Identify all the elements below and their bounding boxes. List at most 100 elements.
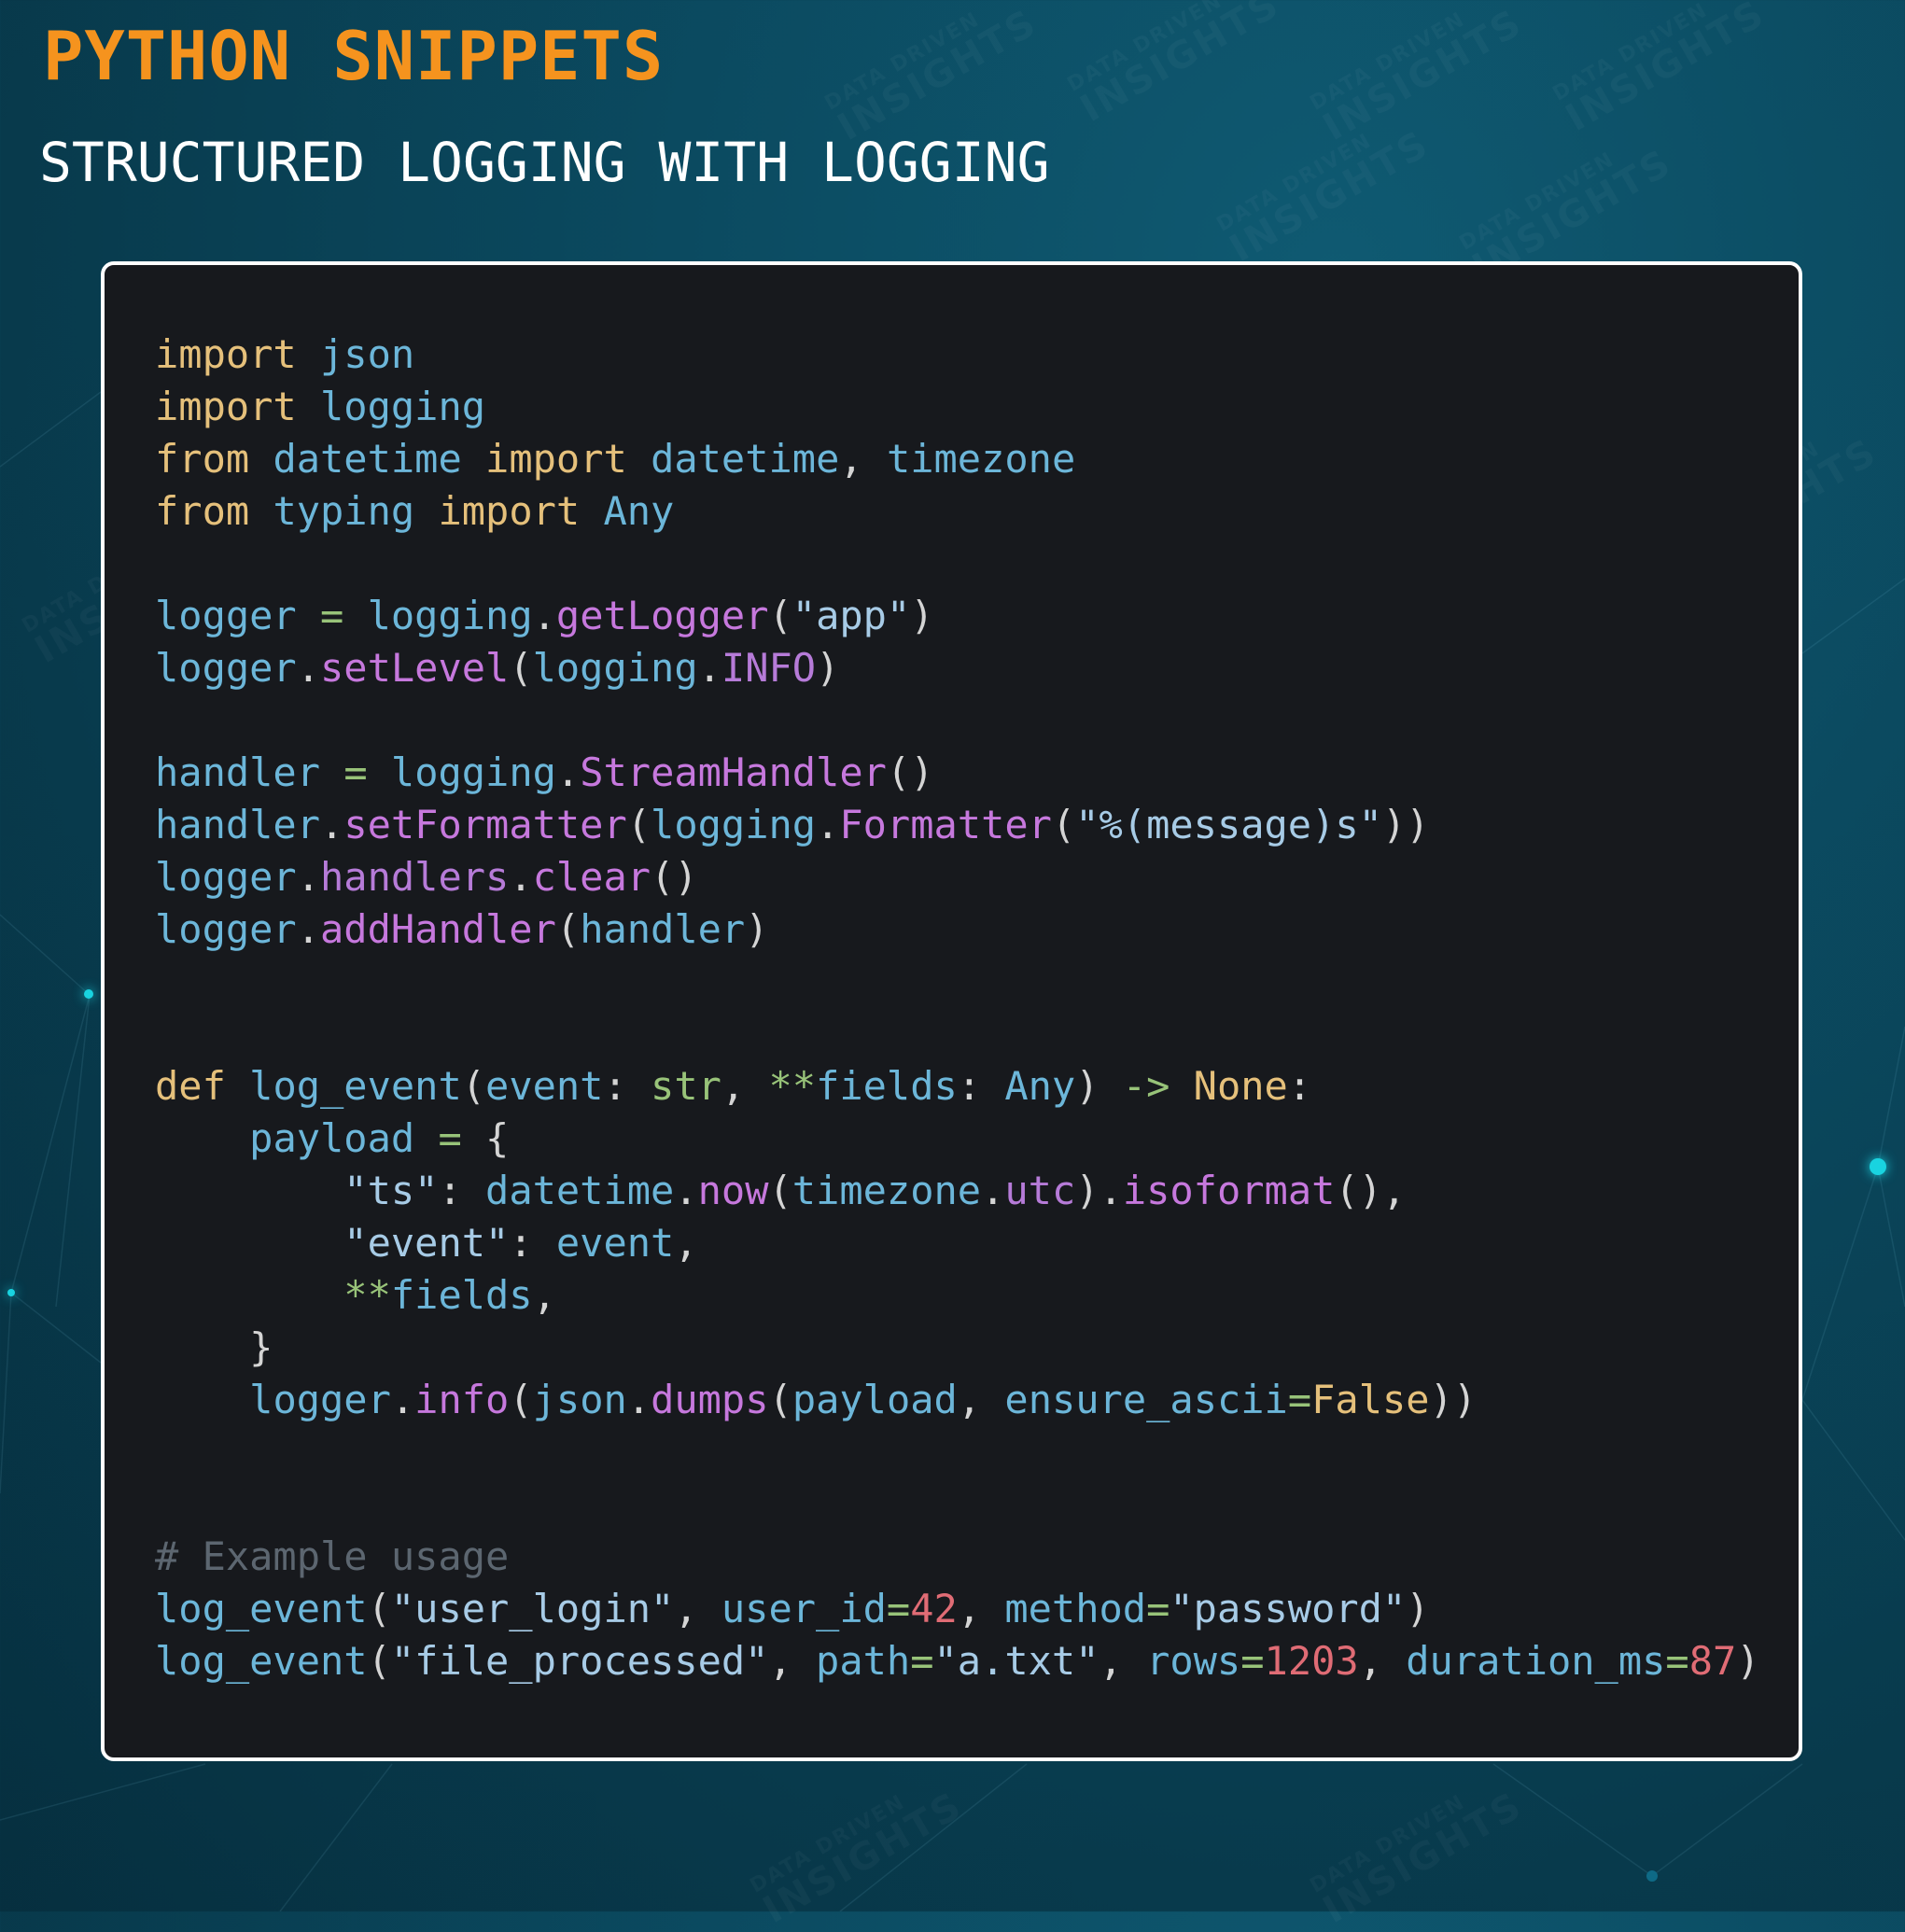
code-token: , bbox=[1358, 1638, 1407, 1684]
code-token: import bbox=[485, 436, 627, 482]
code-token: ( bbox=[768, 1168, 792, 1213]
code-token: fields bbox=[390, 1272, 533, 1318]
code-token: (), bbox=[1335, 1168, 1407, 1213]
code-token: log_event bbox=[155, 1586, 368, 1631]
code-block[interactable]: import json import logging from datetime i… bbox=[101, 261, 1802, 1761]
code-token: handler bbox=[155, 802, 321, 847]
code-token: handler bbox=[580, 906, 746, 952]
code-token: ( bbox=[367, 1638, 391, 1684]
code-token: json bbox=[532, 1377, 627, 1422]
code-token: . bbox=[674, 1168, 698, 1213]
code-token: . bbox=[626, 1377, 651, 1422]
code-token: ( bbox=[509, 645, 533, 691]
code-token: , bbox=[674, 1586, 721, 1631]
code-token: import bbox=[155, 384, 297, 429]
code-line: # Example usage bbox=[155, 1531, 1799, 1583]
code-token: fields bbox=[816, 1063, 958, 1109]
code-token: : bbox=[1287, 1063, 1312, 1109]
code-token: "app" bbox=[791, 593, 911, 638]
code-token: ) bbox=[1075, 1063, 1123, 1109]
code-token: import bbox=[155, 331, 297, 377]
code-line: from datetime import datetime, timezone bbox=[155, 433, 1799, 485]
code-line: def log_event(event: str, **fields: Any)… bbox=[155, 1060, 1799, 1113]
code-line: "event": event, bbox=[155, 1217, 1799, 1269]
code-token: ). bbox=[1075, 1168, 1123, 1213]
code-token: "ts" bbox=[343, 1168, 439, 1213]
code-token: logger bbox=[155, 645, 297, 691]
code-token: getLogger bbox=[555, 593, 769, 638]
code-token: = bbox=[343, 749, 368, 795]
code-token: info bbox=[414, 1377, 510, 1422]
code-token: "user_login" bbox=[390, 1586, 675, 1631]
code-token: datetime bbox=[651, 436, 840, 482]
code-line: import logging bbox=[155, 381, 1799, 433]
code-token: Any bbox=[1004, 1063, 1076, 1109]
code-token: def bbox=[155, 1063, 226, 1109]
code-token: 87 bbox=[1688, 1638, 1737, 1684]
code-token: ) bbox=[1406, 1586, 1430, 1631]
code-token: ( bbox=[768, 1377, 792, 1422]
code-content[interactable]: import json import logging from datetime i… bbox=[155, 329, 1799, 1687]
code-token: "password" bbox=[1170, 1586, 1407, 1631]
code-line: "ts": datetime.now(timezone.utc).isoform… bbox=[155, 1165, 1799, 1217]
code-token: : bbox=[957, 1063, 1005, 1109]
code-token: = bbox=[886, 1586, 911, 1631]
code-token: , bbox=[532, 1272, 556, 1318]
code-token: = bbox=[1146, 1586, 1170, 1631]
code-token: user_id bbox=[721, 1586, 887, 1631]
network-node-dot bbox=[84, 989, 93, 999]
code-token: clear bbox=[532, 854, 651, 900]
code-token: json bbox=[320, 331, 415, 377]
code-line: logger.addHandler(handler) bbox=[155, 903, 1799, 956]
code-token: payload bbox=[791, 1377, 958, 1422]
code-token: "%(message)s" bbox=[1075, 802, 1382, 847]
code-token: = bbox=[1287, 1377, 1312, 1422]
code-token: from bbox=[155, 436, 250, 482]
code-token: handlers bbox=[320, 854, 510, 900]
code-token: } bbox=[155, 1324, 273, 1370]
code-token: event bbox=[555, 1220, 675, 1266]
code-token: method bbox=[1004, 1586, 1147, 1631]
code-token: setFormatter bbox=[343, 802, 627, 847]
code-token: setLevel bbox=[320, 645, 510, 691]
code-line: logger.info(json.dumps(payload, ensure_a… bbox=[155, 1374, 1799, 1426]
code-token: 42 bbox=[910, 1586, 958, 1631]
code-token: () bbox=[886, 749, 934, 795]
code-token: . bbox=[320, 802, 344, 847]
code-token: )) bbox=[1429, 1377, 1478, 1422]
code-token: Any bbox=[603, 488, 675, 534]
code-token: StreamHandler bbox=[580, 749, 887, 795]
code-token: = bbox=[320, 593, 344, 638]
code-token: , bbox=[839, 436, 887, 482]
code-token: = bbox=[910, 1638, 934, 1684]
code-token: . bbox=[390, 1377, 415, 1422]
code-token: Formatter bbox=[839, 802, 1052, 847]
code-token: logging bbox=[367, 593, 533, 638]
code-token: timezone bbox=[791, 1168, 982, 1213]
code-token: str bbox=[651, 1063, 721, 1109]
code-token: , bbox=[721, 1063, 769, 1109]
network-node-dot bbox=[1646, 1870, 1658, 1882]
code-token: ** bbox=[343, 1272, 391, 1318]
code-token: event bbox=[485, 1063, 604, 1109]
code-token: ( bbox=[509, 1377, 533, 1422]
code-token: ( bbox=[626, 802, 651, 847]
